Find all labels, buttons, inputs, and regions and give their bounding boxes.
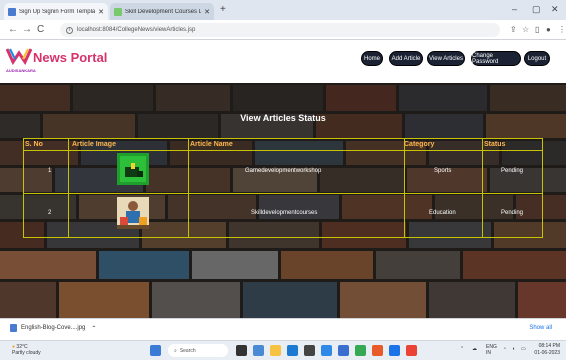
- reload-icon[interactable]: C: [37, 24, 44, 35]
- taskbar-search[interactable]: ⌕ Search: [168, 344, 228, 357]
- cloud-icon[interactable]: ☁: [472, 346, 477, 352]
- url-text: localhost:8084/CollegeNews/viewArticles.…: [77, 27, 196, 33]
- clock-date: 01-06-2023: [534, 350, 560, 356]
- share-icon[interactable]: ⇪: [510, 25, 517, 34]
- chevron-up-icon[interactable]: ⌃: [91, 325, 96, 332]
- column-header-sno: S. No: [25, 141, 43, 148]
- tab-title: Sign Up Signin Form Template |: [19, 8, 96, 15]
- column-header-category: Category: [404, 141, 435, 148]
- nav-change-password-button[interactable]: Change Password: [471, 51, 521, 66]
- battery-icon[interactable]: ▭: [521, 346, 526, 352]
- volume-icon[interactable]: ◖: [512, 346, 515, 352]
- profile-icon[interactable]: ●: [546, 25, 551, 34]
- taskbar: ● 32°C Partly cloudy ⌕ Search ⌃ ☁ ENG IN…: [0, 340, 566, 360]
- cell-sno: 1: [48, 168, 52, 174]
- mail-icon[interactable]: [321, 345, 332, 356]
- wifi-icon[interactable]: ◔: [503, 346, 506, 352]
- taskbar-clock[interactable]: 08:14 PM 01-06-2023: [534, 343, 560, 357]
- menu-icon[interactable]: ⋮: [558, 25, 566, 34]
- page-title: View Articles Status: [240, 113, 326, 123]
- site-info-icon[interactable]: i: [66, 26, 73, 34]
- star-icon[interactable]: ☆: [522, 25, 529, 34]
- download-file-name: English-Blog-Cove....jpg: [21, 325, 86, 331]
- cell-status: Pending: [501, 168, 524, 174]
- maximize-icon[interactable]: ▢: [532, 4, 541, 15]
- cell-category: Sports: [434, 168, 452, 174]
- forward-icon[interactable]: →: [22, 24, 32, 35]
- chrome-icon[interactable]: [406, 345, 417, 356]
- show-all-link[interactable]: Show all: [529, 325, 552, 331]
- file-icon: [10, 324, 17, 332]
- chrome-icon[interactable]: [355, 345, 366, 356]
- close-window-icon[interactable]: ✕: [551, 4, 559, 15]
- address-bar-row: ← → C i localhost:8084/CollegeNews/viewA…: [0, 20, 566, 40]
- search-icon: ⌕: [174, 347, 177, 354]
- file-explorer-icon[interactable]: [270, 345, 281, 356]
- language-indicator[interactable]: ENG IN: [486, 344, 497, 356]
- site-header: News Portal AUDISANKARA Home Add Article…: [0, 41, 566, 79]
- browser-tab-2[interactable]: Skill Development Courses List C ✕: [110, 3, 214, 20]
- start-icon[interactable]: [150, 345, 161, 356]
- nav-logout-button[interactable]: Logout: [524, 51, 550, 66]
- brand-subtitle: AUDISANKARA: [6, 68, 36, 73]
- region-text: IN: [486, 350, 491, 356]
- cell-article-name: Gamedevelopmentworkshop: [245, 168, 322, 174]
- tab-close-icon[interactable]: ✕: [204, 8, 210, 16]
- nav-home-button[interactable]: Home: [361, 51, 383, 66]
- tab-title: Skill Development Courses List C: [125, 8, 202, 15]
- task-view-icon[interactable]: [236, 345, 247, 356]
- tab-search-icon[interactable]: ▯: [535, 25, 539, 34]
- store-icon[interactable]: [304, 345, 315, 356]
- column-header-status: Status: [484, 141, 506, 148]
- weather-widget[interactable]: ● 32°C Partly cloudy: [12, 344, 41, 356]
- app-icon[interactable]: [372, 345, 383, 356]
- article-image-thumbnail[interactable]: [117, 197, 149, 229]
- search-placeholder: Search: [179, 347, 196, 354]
- articles-table: S. No Article Image Article Name Categor…: [23, 138, 543, 238]
- nav-view-articles-button[interactable]: View Articles: [427, 51, 465, 66]
- tab-favicon-icon: [114, 7, 122, 16]
- edge-icon[interactable]: [287, 345, 298, 356]
- app-icon[interactable]: [338, 345, 349, 356]
- weather-desc: Partly cloudy: [12, 350, 41, 356]
- download-item[interactable]: English-Blog-Cove....jpg ⌃: [10, 324, 96, 332]
- new-tab-icon[interactable]: +: [220, 4, 226, 15]
- cell-article-name: Skilldevelopmentcourses: [251, 210, 318, 216]
- cell-status: Pending: [501, 210, 524, 216]
- download-bar: English-Blog-Cove....jpg ⌃ Show all: [0, 318, 566, 340]
- clock-time: 08:14 PM: [538, 343, 560, 349]
- browser-tab-bar: Sign Up Signin Form Template | ✕ Skill D…: [0, 0, 566, 20]
- news-portal-logo: [6, 48, 32, 65]
- cell-category: Education: [429, 210, 456, 216]
- widgets-icon[interactable]: [253, 345, 264, 356]
- back-icon[interactable]: ←: [8, 24, 18, 35]
- app-icon[interactable]: [389, 345, 400, 356]
- browser-tab-1[interactable]: Sign Up Signin Form Template | ✕: [4, 3, 108, 20]
- tab-favicon-icon: [8, 7, 16, 16]
- tray-chevron-icon[interactable]: ⌃: [460, 346, 464, 352]
- brand-title: News Portal: [33, 50, 108, 65]
- column-header-name: Article Name: [190, 141, 233, 148]
- main-content: View Articles Status S. No Article Image…: [0, 83, 566, 318]
- tab-close-icon[interactable]: ✕: [98, 8, 104, 16]
- minimize-icon[interactable]: –: [512, 4, 517, 14]
- cell-sno: 2: [48, 210, 52, 216]
- nav-add-article-button[interactable]: Add Article: [389, 51, 423, 66]
- column-header-image: Article Image: [72, 141, 116, 148]
- url-input[interactable]: i localhost:8084/CollegeNews/viewArticle…: [60, 23, 500, 37]
- article-image-thumbnail[interactable]: [117, 153, 149, 185]
